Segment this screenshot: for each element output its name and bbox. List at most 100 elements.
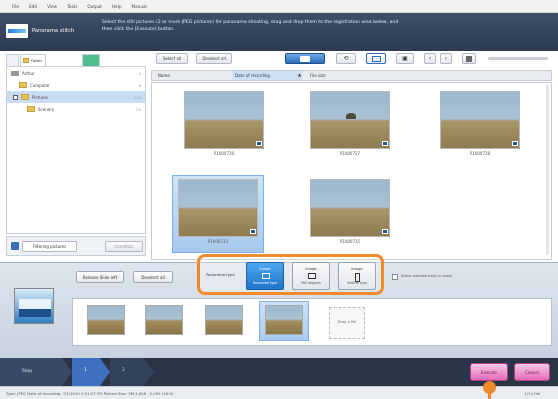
instruction-bar: Panorama stitch Select the still picture… [0, 13, 558, 51]
deselect-all-bottom-button[interactable]: Deselect all [133, 271, 173, 283]
deselect-all-button[interactable]: Deselect all [196, 53, 232, 64]
drop-text: Drop a file [337, 320, 357, 324]
filter-row: Filtering pictures Condition [6, 236, 146, 256]
menu-edit[interactable]: Edit [29, 4, 37, 9]
thumbnail-item[interactable]: P1000726 [178, 87, 270, 165]
panorama-type-title: Image [259, 267, 271, 271]
drop-target[interactable]: Drop a file [329, 307, 365, 339]
sort-name[interactable]: Name [158, 73, 170, 78]
panorama-type-sub: 360 degrees [301, 281, 321, 285]
thumbnail-name: P1000735 [339, 239, 361, 244]
panorama-type-360[interactable]: Image 360 degrees [292, 262, 330, 290]
execute-button[interactable]: Execute [470, 363, 508, 381]
thumbnail-image [440, 91, 520, 149]
zoom-slider[interactable] [488, 57, 548, 60]
tree-item-count: 1 [138, 70, 141, 76]
check-icon [250, 229, 256, 234]
panorama-type-title: Image [351, 267, 363, 271]
menu-bar: File Edit View Tools Output Help Manual [0, 0, 558, 13]
thumbnail-grid: P1000726 P1000727 P1000728 P1000733 P100… [151, 82, 552, 260]
view-mode-button[interactable] [285, 53, 325, 64]
menu-file[interactable]: File [12, 4, 19, 9]
prev-button[interactable]: ‹ [424, 53, 436, 64]
check-icon [512, 141, 518, 146]
folder-tree: Arthur 1 Computer 9 Pictures 114 Scenery… [6, 66, 146, 234]
sort-size[interactable]: File size [310, 73, 326, 78]
tree-item-label: Computer [30, 82, 50, 88]
stitch-auto-checkbox[interactable] [392, 274, 398, 280]
release-slide-button[interactable]: Release Slide left [76, 271, 124, 283]
tab-folder[interactable]: Folder [20, 54, 46, 66]
menu-output[interactable]: Output [87, 4, 102, 9]
tab-camera[interactable] [82, 54, 100, 66]
tree-silhouette-icon [346, 113, 356, 119]
360-panorama-icon [308, 273, 316, 279]
folder-icon [23, 58, 29, 63]
thumbnail-image [310, 91, 390, 149]
menu-view[interactable]: View [47, 4, 57, 9]
step-1-label: 1 [84, 368, 87, 373]
info-button[interactable] [462, 53, 476, 64]
step-label-block: Step [0, 358, 62, 386]
step-bar: Step 1 2 Execute Cancel [0, 358, 558, 386]
page-title: Panorama stitch [32, 28, 75, 34]
thumbnail-icon [371, 55, 381, 62]
tree-item-computer[interactable]: Computer 9 [7, 79, 145, 91]
tree-item-label: Arthur [22, 70, 35, 76]
select-all-button[interactable]: Select all [156, 53, 188, 64]
menu-tools[interactable]: Tools [67, 4, 77, 9]
thumbnail-item[interactable]: P1000735 [304, 175, 396, 253]
thumbnail-item[interactable]: P1000727 [304, 87, 396, 165]
step-1: 1 [72, 358, 100, 386]
tree-item-count: 9 [138, 82, 141, 88]
chevron-right-icon [100, 358, 110, 386]
rotate-button[interactable]: ⟲ [336, 53, 356, 64]
thumbnail-item-selected[interactable]: P1000733 [172, 175, 264, 253]
check-icon [256, 141, 262, 146]
tree-item-scenery[interactable]: Scenery 24 [7, 103, 145, 115]
expand-icon[interactable] [13, 94, 18, 100]
tree-item-arthur[interactable]: Arthur 1 [7, 67, 145, 79]
registered-image[interactable] [205, 305, 243, 335]
sort-date[interactable]: Date of recording [232, 71, 302, 80]
thumbnail-item[interactable]: P1000728 [434, 87, 526, 165]
print-button[interactable]: ▣ [396, 53, 414, 64]
chevron-left-icon: ‹ [428, 55, 432, 62]
sort-header: Name Date of recording ▲ File size [151, 70, 552, 81]
thumbnail-view-button[interactable] [366, 53, 386, 64]
status-bar: Type: JPEG Date of recording: 7/1/2010 3… [0, 386, 558, 399]
registration-area[interactable]: Drop a file [72, 298, 552, 346]
tab-favorites[interactable] [6, 54, 19, 66]
cancel-button[interactable]: Cancel [514, 363, 550, 381]
instruction-text: Select the still pictures (2 or more JPE… [102, 20, 399, 32]
tree-item-pictures[interactable]: Pictures 114 [7, 91, 145, 103]
stitch-auto-label: Stitch automatically in order [401, 274, 453, 278]
callout-marker [483, 381, 496, 394]
condition-button[interactable]: Condition [105, 241, 143, 252]
panorama-type-sub: Vertical type [346, 281, 368, 285]
horizontal-panorama-icon [262, 273, 270, 279]
registered-image[interactable] [87, 305, 125, 335]
next-button[interactable]: › [440, 53, 452, 64]
registered-image-selected[interactable] [259, 301, 309, 341]
grid-scrollbar[interactable] [546, 85, 549, 255]
menu-help[interactable]: Help [112, 4, 122, 9]
panorama-type-title: Image [305, 267, 317, 271]
info-icon [466, 55, 472, 62]
panorama-type-label: Panorama type [206, 272, 235, 277]
panorama-type-group: Panorama type Image Horizontal type Imag… [197, 254, 384, 295]
step-2: 2 [110, 358, 144, 386]
panorama-type-vertical[interactable]: Image Vertical type [338, 262, 376, 290]
panorama-type-sub: Horizontal type [252, 281, 278, 285]
menu-manual[interactable]: Manual [131, 4, 146, 9]
rotate-icon: ⟲ [343, 55, 349, 62]
check-icon [382, 229, 388, 234]
check-icon [382, 141, 388, 146]
filter-pictures-field[interactable]: Filtering pictures [22, 241, 77, 252]
preview-panorama-icon [14, 288, 54, 324]
tree-item-label: Pictures [32, 94, 48, 100]
chevron-right-icon [62, 358, 72, 386]
folder-icon [19, 82, 27, 88]
panorama-type-horizontal[interactable]: Image Horizontal type [246, 262, 284, 290]
registered-image[interactable] [145, 305, 183, 335]
